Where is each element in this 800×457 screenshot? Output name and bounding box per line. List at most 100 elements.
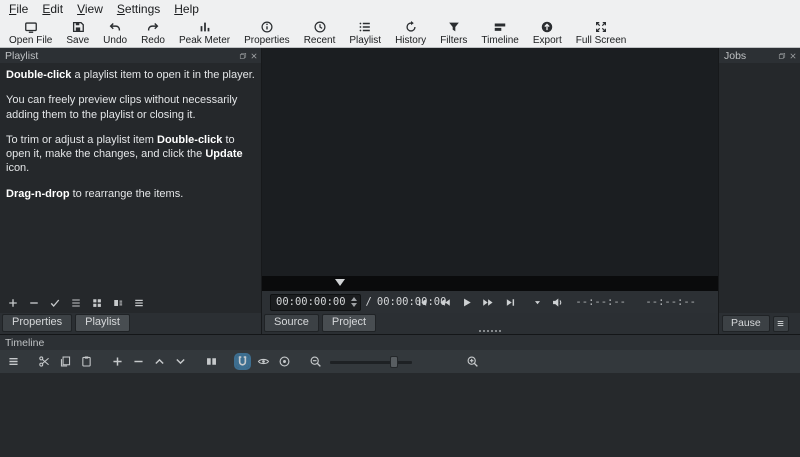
skip-to-end-icon[interactable] <box>504 296 517 309</box>
volume-icon[interactable] <box>551 296 564 309</box>
player-seek-bar[interactable] <box>262 276 718 291</box>
history-button[interactable]: History <box>388 18 433 47</box>
jobs-close-icon[interactable] <box>789 52 797 60</box>
timeline-panel-title: Timeline <box>5 336 45 349</box>
undo-icon <box>108 20 122 34</box>
append-icon[interactable] <box>111 355 124 368</box>
timeline-panel-header: Timeline <box>0 335 800 350</box>
timeline-zoom-handle[interactable] <box>389 355 398 368</box>
full-screen-button[interactable]: Full Screen <box>569 18 634 47</box>
cut-icon[interactable] <box>38 355 51 368</box>
export-icon <box>540 20 554 34</box>
timeline-menu-icon[interactable] <box>7 355 20 368</box>
player-tabs: Source Project <box>262 313 718 334</box>
playlist-help-text: Double-click a playlist item to open it … <box>6 69 255 200</box>
view-details-icon[interactable] <box>70 297 82 309</box>
view-icons-icon[interactable] <box>91 297 103 309</box>
fast-forward-icon[interactable] <box>482 296 495 309</box>
playlist-remove-icon[interactable] <box>28 297 40 309</box>
scrub-while-dragging-icon[interactable] <box>257 355 270 368</box>
playlist-update-icon[interactable] <box>49 297 61 309</box>
current-timecode-spinbox[interactable]: 00:00:00:00 <box>270 293 361 311</box>
main-toolbar: Open File Save Undo Redo Peak Meter Prop… <box>0 18 800 48</box>
selected-duration-display: --:--:-- <box>645 296 696 308</box>
rewind-icon[interactable] <box>438 296 451 309</box>
player-panel: 00:00:00:00 / 00:00:00:00 --:--:-- --:--… <box>262 48 718 334</box>
menubar: File Edit View Settings Help <box>0 0 800 18</box>
view-tiles-icon[interactable] <box>112 297 124 309</box>
recent-button[interactable]: Recent <box>297 18 343 47</box>
snap-icon[interactable] <box>234 353 251 370</box>
copy-icon[interactable] <box>59 355 72 368</box>
peak-meter-label: Peak Meter <box>178 34 231 46</box>
skip-to-start-icon[interactable] <box>416 296 429 309</box>
timeline-label: Timeline <box>481 34 519 46</box>
ripple-delete-icon[interactable] <box>132 355 145 368</box>
player-menu-caret-icon[interactable] <box>533 298 542 307</box>
jobs-float-icon[interactable] <box>778 52 786 60</box>
current-timecode: 00:00:00:00 <box>276 296 346 308</box>
timeline-panel: Timeline <box>0 334 800 457</box>
timeline-tracks-area[interactable] <box>0 373 800 457</box>
player-video-area <box>262 48 718 276</box>
recent-label: Recent <box>303 34 336 46</box>
peak-meter-button[interactable]: Peak Meter <box>172 18 237 47</box>
main-area: Playlist Double-click a playlist item to… <box>0 48 800 334</box>
ripple-all-tracks-icon[interactable] <box>278 355 291 368</box>
playlist-add-icon[interactable] <box>7 297 19 309</box>
tab-playlist[interactable]: Playlist <box>75 313 130 333</box>
properties-button[interactable]: Properties <box>237 18 297 47</box>
paste-icon[interactable] <box>80 355 93 368</box>
menu-file[interactable]: File <box>2 2 35 16</box>
menu-settings[interactable]: Settings <box>110 2 167 16</box>
filters-button[interactable]: Filters <box>433 18 474 47</box>
timecode-spin-arrows[interactable] <box>350 297 357 307</box>
open-file-button[interactable]: Open File <box>2 18 59 47</box>
menu-edit[interactable]: Edit <box>35 2 70 16</box>
splitter-grip[interactable] <box>479 330 501 332</box>
history-label: History <box>395 34 427 46</box>
playhead-marker[interactable] <box>334 279 345 286</box>
player-controls: 00:00:00:00 / 00:00:00:00 --:--:-- --:--… <box>262 291 718 313</box>
undo-button[interactable]: Undo <box>96 18 134 47</box>
open-file-icon <box>24 20 38 34</box>
full-screen-label: Full Screen <box>575 34 627 46</box>
tab-properties[interactable]: Properties <box>2 313 73 333</box>
playlist-toolbar <box>0 292 261 313</box>
tab-project[interactable]: Project <box>321 313 377 333</box>
jobs-bottom-bar: Pause <box>719 313 800 334</box>
left-dock-tabs: Properties Playlist <box>0 313 261 334</box>
properties-label: Properties <box>244 34 290 46</box>
playlist-icon <box>358 20 372 34</box>
overwrite-icon[interactable] <box>174 355 187 368</box>
menu-help[interactable]: Help <box>167 2 206 16</box>
jobs-menu-icon <box>776 319 785 328</box>
menu-view[interactable]: View <box>70 2 110 16</box>
zoom-out-icon[interactable] <box>309 355 322 368</box>
redo-button[interactable]: Redo <box>134 18 172 47</box>
timeline-toolbar <box>0 350 800 373</box>
playlist-float-icon[interactable] <box>239 52 247 60</box>
playlist-panel: Playlist Double-click a playlist item to… <box>0 48 262 334</box>
export-button[interactable]: Export <box>526 18 569 47</box>
tab-source[interactable]: Source <box>264 313 319 333</box>
jobs-menu-button[interactable] <box>772 315 789 332</box>
app-window: File Edit View Settings Help Open File S… <box>0 0 800 457</box>
recent-icon <box>313 20 327 34</box>
playlist-button[interactable]: Playlist <box>342 18 388 47</box>
lift-icon[interactable] <box>153 355 166 368</box>
timeline-zoom-slider[interactable] <box>330 355 412 369</box>
playlist-label: Playlist <box>349 34 382 46</box>
split-icon[interactable] <box>205 355 218 368</box>
full-screen-icon <box>594 20 608 34</box>
save-button[interactable]: Save <box>59 18 96 47</box>
jobs-panel: Jobs Pause <box>718 48 800 334</box>
playlist-close-icon[interactable] <box>250 52 258 60</box>
pause-button[interactable]: Pause <box>722 315 770 332</box>
filters-icon <box>447 20 461 34</box>
timeline-button[interactable]: Timeline <box>474 18 525 47</box>
zoom-in-icon[interactable] <box>466 355 479 368</box>
redo-icon <box>146 20 160 34</box>
playlist-menu-icon[interactable] <box>133 297 145 309</box>
play-icon[interactable] <box>460 296 473 309</box>
